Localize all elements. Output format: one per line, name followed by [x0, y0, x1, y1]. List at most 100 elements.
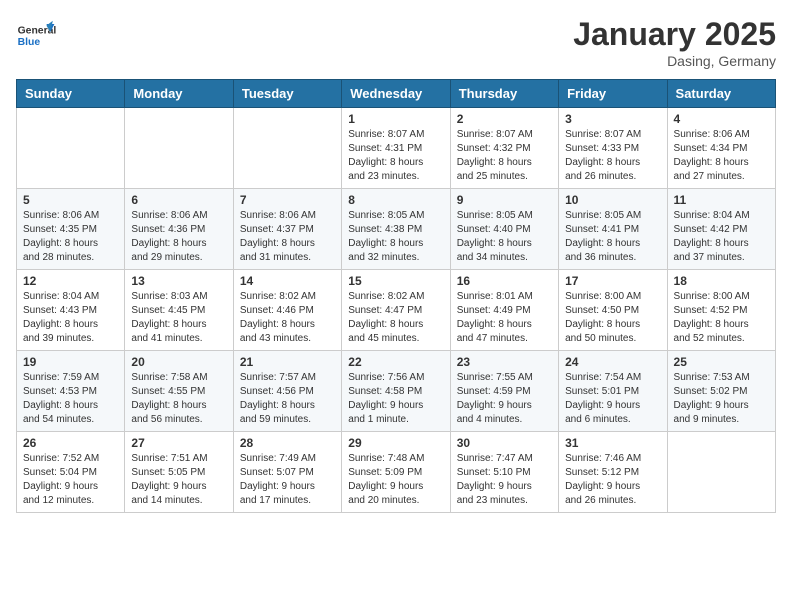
day-info: Sunrise: 8:00 AM Sunset: 4:52 PM Dayligh…: [674, 290, 769, 346]
calendar-day-cell: 4Sunrise: 8:06 AM Sunset: 4:34 PM Daylig…: [667, 108, 775, 189]
day-info: Sunrise: 8:05 AM Sunset: 4:41 PM Dayligh…: [565, 209, 660, 265]
weekday-header: Thursday: [450, 80, 558, 108]
weekday-header: Wednesday: [342, 80, 450, 108]
day-number: 21: [240, 355, 335, 369]
calendar-day-cell: 13 Sunrise: 8:03 AM Sunset: 4:45 PM Dayli…: [125, 270, 233, 351]
day-number: 11: [674, 193, 769, 207]
day-number: 19: [23, 355, 118, 369]
day-info: Sunrise: 7:56 AM Sunset: 4:58 PM Dayligh…: [348, 371, 443, 427]
day-number: 25: [674, 355, 769, 369]
day-number: 23: [457, 355, 552, 369]
calendar-week-row: 26Sunrise: 7:52 AM Sunset: 5:04 PM Dayli…: [17, 432, 776, 513]
calendar-week-row: 12 Sunrise: 8:04 AM Sunset: 4:43 PM Dayli…: [17, 270, 776, 351]
day-info: Sunrise: 8:05 AM Sunset: 4:38 PM Dayligh…: [348, 209, 443, 265]
day-number: 7: [240, 193, 335, 207]
day-number: 2: [457, 112, 552, 126]
day-info: Sunrise: 8:04 AM Sunset: 4:42 PM Dayligh…: [674, 209, 769, 265]
day-info: Sunrise: 8:06 AM Sunset: 4:37 PM Dayligh…: [240, 209, 335, 265]
day-number: 6: [131, 193, 226, 207]
day-number: 29: [348, 436, 443, 450]
calendar-day-cell: 30 Sunrise: 7:47 AM Sunset: 5:10 PM Dayli…: [450, 432, 558, 513]
calendar-day-cell: 18Sunrise: 8:00 AM Sunset: 4:52 PM Dayli…: [667, 270, 775, 351]
calendar-week-row: 19 Sunrise: 7:59 AM Sunset: 4:53 PM Dayli…: [17, 351, 776, 432]
day-number: 9: [457, 193, 552, 207]
day-info: Sunrise: 7:49 AM Sunset: 5:07 PM Dayligh…: [240, 452, 335, 508]
page-header: General Blue January 2025 Dasing, German…: [16, 16, 776, 69]
logo-icon: General Blue: [16, 16, 56, 56]
day-number: 26: [23, 436, 118, 450]
day-info: Sunrise: 7:46 AM Sunset: 5:12 PM Dayligh…: [565, 452, 660, 508]
calendar-day-cell: 12 Sunrise: 8:04 AM Sunset: 4:43 PM Dayli…: [17, 270, 125, 351]
calendar-day-cell: [667, 432, 775, 513]
calendar-day-cell: 24Sunrise: 7:54 AM Sunset: 5:01 PM Dayli…: [559, 351, 667, 432]
title-area: January 2025 Dasing, Germany: [573, 16, 776, 69]
calendar-day-cell: 16 Sunrise: 8:01 AM Sunset: 4:49 PM Dayli…: [450, 270, 558, 351]
calendar-day-cell: 26Sunrise: 7:52 AM Sunset: 5:04 PM Dayli…: [17, 432, 125, 513]
day-info: Sunrise: 7:55 AM Sunset: 4:59 PM Dayligh…: [457, 371, 552, 427]
calendar-day-cell: 22 Sunrise: 7:56 AM Sunset: 4:58 PM Dayli…: [342, 351, 450, 432]
day-info: Sunrise: 8:05 AM Sunset: 4:40 PM Dayligh…: [457, 209, 552, 265]
month-title: January 2025: [573, 16, 776, 53]
calendar-day-cell: 20 Sunrise: 7:58 AM Sunset: 4:55 PM Dayli…: [125, 351, 233, 432]
calendar-day-cell: 14Sunrise: 8:02 AM Sunset: 4:46 PM Dayli…: [233, 270, 341, 351]
calendar-day-cell: [233, 108, 341, 189]
day-number: 13: [131, 274, 226, 288]
day-number: 28: [240, 436, 335, 450]
day-info: Sunrise: 7:53 AM Sunset: 5:02 PM Dayligh…: [674, 371, 769, 427]
location: Dasing, Germany: [573, 53, 776, 69]
calendar-day-cell: 5 Sunrise: 8:06 AM Sunset: 4:35 PM Daylig…: [17, 189, 125, 270]
calendar-day-cell: 15 Sunrise: 8:02 AM Sunset: 4:47 PM Dayli…: [342, 270, 450, 351]
calendar-day-cell: 7 Sunrise: 8:06 AM Sunset: 4:37 PM Daylig…: [233, 189, 341, 270]
calendar-day-cell: [125, 108, 233, 189]
day-number: 10: [565, 193, 660, 207]
day-number: 24: [565, 355, 660, 369]
day-number: 12: [23, 274, 118, 288]
day-number: 17: [565, 274, 660, 288]
weekday-header: Saturday: [667, 80, 775, 108]
calendar-day-cell: 19 Sunrise: 7:59 AM Sunset: 4:53 PM Dayli…: [17, 351, 125, 432]
calendar-day-cell: 2Sunrise: 8:07 AM Sunset: 4:32 PM Daylig…: [450, 108, 558, 189]
day-info: Sunrise: 8:04 AM Sunset: 4:43 PM Dayligh…: [23, 290, 118, 346]
day-info: Sunrise: 7:51 AM Sunset: 5:05 PM Dayligh…: [131, 452, 226, 508]
day-number: 16: [457, 274, 552, 288]
day-info: Sunrise: 7:48 AM Sunset: 5:09 PM Dayligh…: [348, 452, 443, 508]
calendar-day-cell: 9 Sunrise: 8:05 AM Sunset: 4:40 PM Daylig…: [450, 189, 558, 270]
calendar-day-cell: 25 Sunrise: 7:53 AM Sunset: 5:02 PM Dayli…: [667, 351, 775, 432]
calendar-week-row: 1 Sunrise: 8:07 AM Sunset: 4:31 PM Daylig…: [17, 108, 776, 189]
day-info: Sunrise: 8:07 AM Sunset: 4:31 PM Dayligh…: [348, 128, 443, 184]
day-number: 20: [131, 355, 226, 369]
logo: General Blue: [16, 16, 60, 56]
day-number: 1: [348, 112, 443, 126]
day-number: 5: [23, 193, 118, 207]
calendar-header-row: SundayMondayTuesdayWednesdayThursdayFrid…: [17, 80, 776, 108]
day-info: Sunrise: 8:06 AM Sunset: 4:35 PM Dayligh…: [23, 209, 118, 265]
day-info: Sunrise: 8:01 AM Sunset: 4:49 PM Dayligh…: [457, 290, 552, 346]
day-number: 22: [348, 355, 443, 369]
day-info: Sunrise: 8:03 AM Sunset: 4:45 PM Dayligh…: [131, 290, 226, 346]
day-info: Sunrise: 8:06 AM Sunset: 4:36 PM Dayligh…: [131, 209, 226, 265]
day-info: Sunrise: 8:06 AM Sunset: 4:34 PM Dayligh…: [674, 128, 769, 184]
calendar-day-cell: 8 Sunrise: 8:05 AM Sunset: 4:38 PM Daylig…: [342, 189, 450, 270]
calendar-day-cell: 31 Sunrise: 7:46 AM Sunset: 5:12 PM Dayli…: [559, 432, 667, 513]
day-info: Sunrise: 7:47 AM Sunset: 5:10 PM Dayligh…: [457, 452, 552, 508]
calendar-day-cell: 27Sunrise: 7:51 AM Sunset: 5:05 PM Dayli…: [125, 432, 233, 513]
day-info: Sunrise: 7:57 AM Sunset: 4:56 PM Dayligh…: [240, 371, 335, 427]
day-number: 31: [565, 436, 660, 450]
calendar-day-cell: 17Sunrise: 8:00 AM Sunset: 4:50 PM Dayli…: [559, 270, 667, 351]
calendar-day-cell: 28 Sunrise: 7:49 AM Sunset: 5:07 PM Dayli…: [233, 432, 341, 513]
weekday-header: Tuesday: [233, 80, 341, 108]
day-info: Sunrise: 8:02 AM Sunset: 4:46 PM Dayligh…: [240, 290, 335, 346]
day-info: Sunrise: 7:58 AM Sunset: 4:55 PM Dayligh…: [131, 371, 226, 427]
svg-text:Blue: Blue: [18, 37, 41, 48]
day-info: Sunrise: 7:59 AM Sunset: 4:53 PM Dayligh…: [23, 371, 118, 427]
weekday-header: Monday: [125, 80, 233, 108]
day-info: Sunrise: 8:02 AM Sunset: 4:47 PM Dayligh…: [348, 290, 443, 346]
weekday-header: Friday: [559, 80, 667, 108]
day-number: 8: [348, 193, 443, 207]
calendar-day-cell: 6 Sunrise: 8:06 AM Sunset: 4:36 PM Daylig…: [125, 189, 233, 270]
calendar-table: SundayMondayTuesdayWednesdayThursdayFrid…: [16, 79, 776, 513]
day-number: 3: [565, 112, 660, 126]
calendar-day-cell: 11 Sunrise: 8:04 AM Sunset: 4:42 PM Dayli…: [667, 189, 775, 270]
day-number: 15: [348, 274, 443, 288]
day-number: 30: [457, 436, 552, 450]
